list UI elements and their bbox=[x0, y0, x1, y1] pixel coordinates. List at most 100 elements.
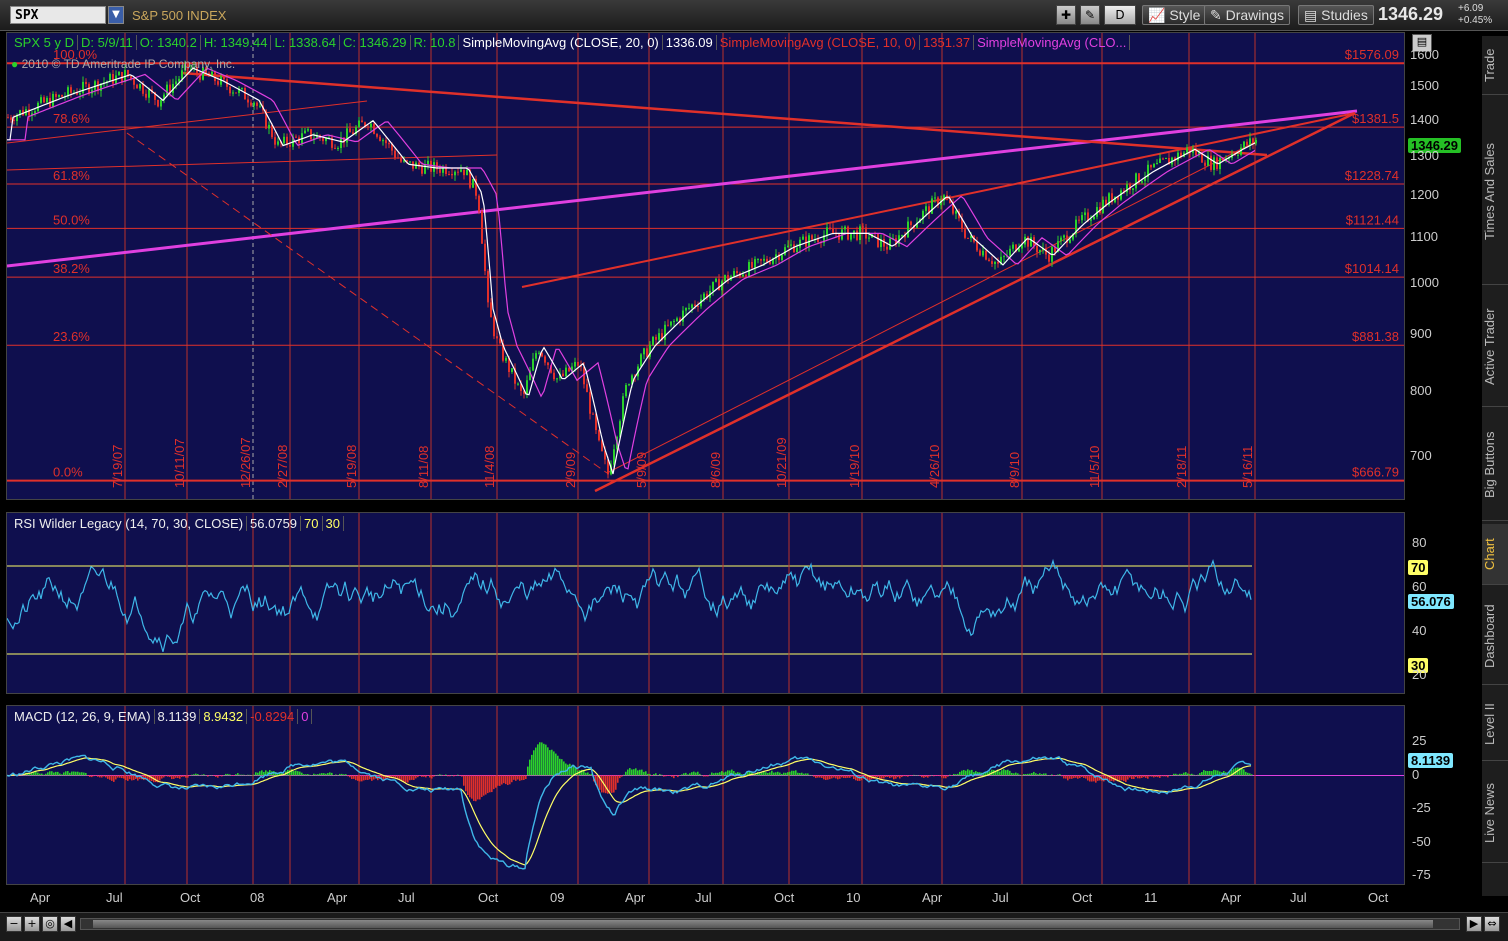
index-name: S&P 500 INDEX bbox=[132, 8, 227, 23]
rsi-chart-svg[interactable] bbox=[7, 513, 1405, 694]
macd-histogram-bar bbox=[905, 775, 907, 777]
candle-body bbox=[1093, 216, 1095, 220]
sma50-label[interactable]: SimpleMovingAvg (CLO... bbox=[974, 35, 1131, 50]
macd-histogram-bar bbox=[723, 772, 725, 776]
candle-body bbox=[430, 160, 432, 172]
macd-histogram-bar bbox=[639, 769, 641, 776]
candle-body bbox=[85, 81, 87, 85]
macd-histogram-bar bbox=[539, 742, 541, 776]
side-tab-live-news[interactable]: Live News bbox=[1482, 764, 1508, 863]
macd-histogram-bar bbox=[443, 775, 445, 776]
candle-body bbox=[886, 246, 888, 250]
scrollbar-thumb[interactable] bbox=[93, 920, 1433, 928]
time-axis-label: Jul bbox=[1290, 890, 1307, 905]
macd-histogram-bar bbox=[331, 772, 333, 776]
chart-symbol-period[interactable]: SPX 5 y D bbox=[11, 35, 78, 50]
period-button[interactable]: D bbox=[1104, 5, 1136, 25]
candle-body bbox=[856, 230, 858, 240]
side-tab-trade[interactable]: Trade bbox=[1482, 36, 1508, 95]
macd-histogram-bar bbox=[435, 774, 437, 776]
style-button[interactable]: 📈 Style bbox=[1142, 5, 1207, 25]
macd-histogram-bar bbox=[73, 771, 75, 776]
side-tab-level-ii[interactable]: Level II bbox=[1482, 688, 1508, 761]
candle-body bbox=[826, 227, 828, 236]
macd-histogram-bar bbox=[891, 775, 893, 778]
price-chart-panel[interactable]: 7/19/07 10/11/07 12/26/07 2/27/08 5/19/08 8/1… bbox=[6, 32, 1405, 500]
price-chart-svg[interactable]: 7/19/07 10/11/07 12/26/07 2/27/08 5/19/08 8/1… bbox=[7, 33, 1405, 500]
zoom-reset-icon[interactable]: ◎ bbox=[42, 916, 58, 932]
candle-body bbox=[133, 78, 135, 85]
macd-histogram-bar bbox=[323, 773, 325, 776]
candle-body bbox=[790, 244, 792, 246]
macd-histogram-bar bbox=[233, 775, 235, 776]
candle-body bbox=[337, 148, 339, 150]
candle-body bbox=[1255, 139, 1257, 144]
rsi-panel[interactable]: RSI Wilder Legacy (14, 70, 30, CLOSE) 56.… bbox=[6, 512, 1405, 694]
side-tab-dashboard[interactable]: Dashboard bbox=[1482, 588, 1508, 685]
candle-body bbox=[232, 92, 234, 94]
candle-body bbox=[1246, 141, 1248, 146]
sma20-label[interactable]: SimpleMovingAvg (CLOSE, 20, 0) bbox=[459, 35, 663, 50]
candle-body bbox=[379, 136, 381, 141]
macd-histogram-bar bbox=[919, 775, 921, 776]
macd-histogram-bar bbox=[835, 775, 837, 779]
macd-histogram-bar bbox=[1203, 770, 1205, 776]
candle-body bbox=[1210, 155, 1212, 170]
macd-histogram-bar bbox=[519, 775, 521, 781]
macd-histogram-bar bbox=[1121, 775, 1123, 781]
crosshair-icon[interactable]: ✚ bbox=[1056, 5, 1076, 25]
candle-body bbox=[622, 396, 624, 422]
side-tab-big-buttons[interactable]: Big Buttons bbox=[1482, 410, 1508, 521]
zoom-in-icon[interactable]: + bbox=[24, 916, 40, 932]
candle-body bbox=[7, 117, 9, 119]
symbol-input[interactable]: SPX bbox=[10, 6, 106, 24]
macd-histogram-bar bbox=[247, 774, 249, 776]
candle-body bbox=[361, 120, 363, 123]
macd-histogram-bar bbox=[299, 771, 301, 776]
macd-histogram-bar bbox=[115, 775, 117, 780]
macd-histogram-bar bbox=[1013, 773, 1015, 776]
horizontal-scrollbar[interactable] bbox=[80, 918, 1460, 930]
macd-histogram-bar bbox=[109, 775, 111, 780]
side-tab-active-trader[interactable]: Active Trader bbox=[1482, 288, 1508, 407]
symbol-dropdown-button[interactable]: ▼ bbox=[108, 6, 124, 24]
rsi-label[interactable]: RSI Wilder Legacy (14, 70, 30, CLOSE) bbox=[11, 516, 248, 531]
candle-body bbox=[1243, 141, 1245, 148]
time-axis-label: Jul bbox=[106, 890, 123, 905]
macd-histogram-bar bbox=[87, 775, 89, 776]
side-tab-times-and-sales[interactable]: Times And Sales bbox=[1482, 98, 1508, 285]
macd-histogram-bar bbox=[417, 775, 419, 778]
rsi-axis-tick: 20 bbox=[1412, 667, 1427, 682]
candle-body bbox=[805, 236, 807, 247]
macd-panel[interactable]: MACD (12, 26, 9, EMA) 8.1139 8.9432 -0.8294… bbox=[6, 705, 1405, 885]
macd-label[interactable]: MACD (12, 26, 9, EMA) bbox=[11, 709, 155, 724]
candle-body bbox=[1069, 239, 1071, 243]
macd-histogram-bar bbox=[347, 775, 349, 777]
macd-histogram-bar bbox=[1029, 773, 1031, 776]
macd-histogram-bar bbox=[451, 775, 453, 776]
zoom-out-icon[interactable]: − bbox=[6, 916, 22, 932]
studies-button[interactable]: ▤ Studies bbox=[1298, 5, 1374, 25]
side-tab-chart[interactable]: Chart bbox=[1482, 524, 1508, 585]
expand-icon[interactable]: ⇔ bbox=[1484, 916, 1500, 932]
pencil-icon[interactable]: ✎ bbox=[1080, 5, 1100, 25]
macd-histogram-bar bbox=[85, 772, 87, 776]
macd-histogram-bar bbox=[229, 774, 231, 776]
candle-body bbox=[400, 158, 402, 162]
macd-chart-svg[interactable] bbox=[7, 706, 1405, 885]
candle-body bbox=[1213, 157, 1215, 170]
candle-body bbox=[340, 137, 342, 149]
rsi-value: 56.0759 bbox=[247, 516, 302, 531]
price-axis-tick: 800 bbox=[1410, 383, 1432, 399]
pan-right-icon[interactable]: ▶ bbox=[1466, 916, 1482, 932]
macd-histogram-bar bbox=[473, 775, 475, 801]
macd-histogram-bar bbox=[1051, 774, 1053, 776]
sma10-label[interactable]: SimpleMovingAvg (CLOSE, 10, 0) bbox=[717, 35, 921, 50]
candle-body bbox=[157, 99, 159, 107]
pan-left-icon[interactable]: ◀ bbox=[60, 916, 76, 932]
macd-histogram-bar bbox=[487, 775, 489, 794]
macd-histogram-bar bbox=[965, 770, 967, 776]
drawings-button[interactable]: ✎ Drawings bbox=[1204, 5, 1290, 25]
candle-body bbox=[745, 274, 747, 277]
macd-histogram-bar bbox=[949, 774, 951, 776]
